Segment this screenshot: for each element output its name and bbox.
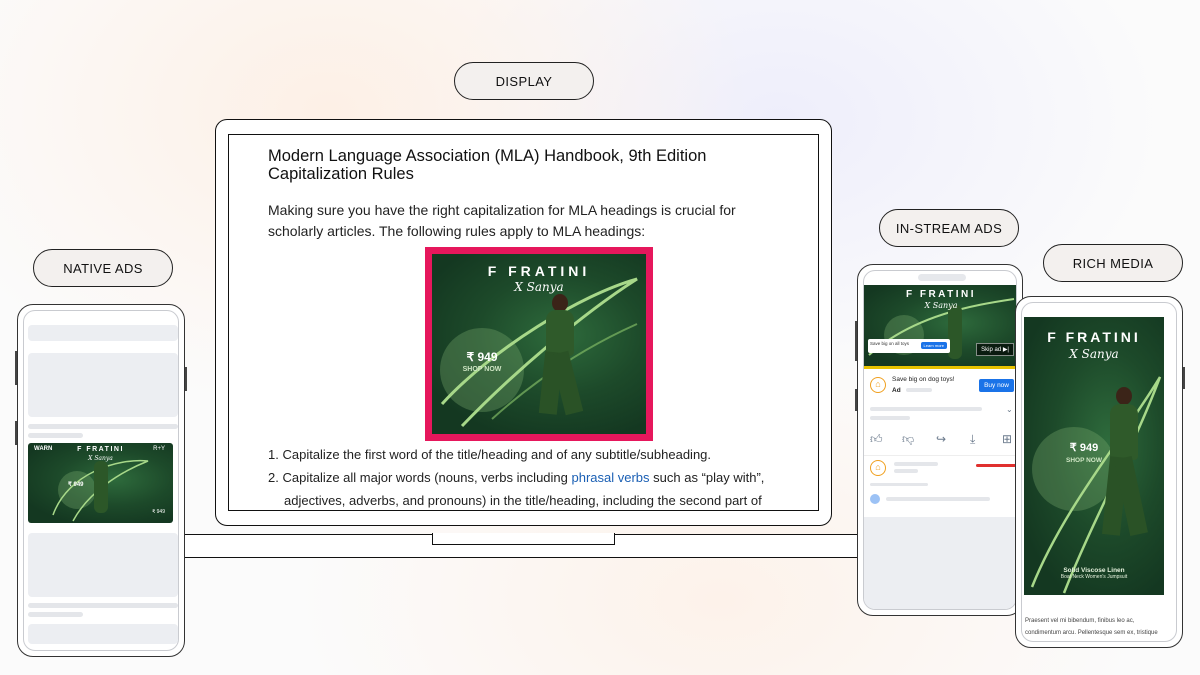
native-ads-phone: F FRATINI X Sanya WARN R+Y ₹ 949 ₹ 949: [15, 304, 187, 657]
thumbs-down-icon[interactable]: 👎︎: [902, 433, 914, 445]
banner-right-price: ₹ 949: [152, 509, 165, 515]
banner-left-price: ₹ 949: [68, 482, 84, 488]
phone-screen: F FRATINI X Sanya WARN R+Y ₹ 949 ₹ 949: [23, 310, 179, 651]
display-banner-ad[interactable]: F FRATINI X Sanya ₹ 949 SHOP NOW: [425, 247, 653, 441]
ad-title: Save big on dog toys!: [892, 376, 955, 383]
channel-icon: ⌂: [870, 460, 886, 476]
brand-logo: F FRATINI: [487, 263, 591, 279]
buy-now-button[interactable]: Buy now: [979, 379, 1014, 392]
rich-media-ad[interactable]: F FRATINI X Sanya ₹ 949 SHOP NOW Solid V…: [1024, 317, 1164, 595]
side-button: [855, 389, 857, 411]
brand-logo: F FRATINI: [905, 289, 977, 300]
brand-logo: F FRATINI: [1047, 329, 1141, 345]
article-intro: Making sure you have the right capitaliz…: [268, 202, 736, 239]
native-ads-label: NATIVE ADS: [33, 249, 173, 287]
ad-badge: Ad: [892, 387, 901, 394]
phone-screen: F FRATINI X Sanya Save big on all toys L…: [863, 270, 1017, 610]
collab-tagline: X Sanya: [924, 301, 958, 310]
side-button: [185, 367, 187, 391]
rich-media-phone: F FRATINI X Sanya ₹ 949 SHOP NOW Solid V…: [1015, 296, 1185, 648]
video-overlay[interactable]: Save big on all toys Learn more: [868, 339, 950, 353]
collab-tagline: X Sanya: [1069, 347, 1119, 361]
article-title: Modern Language Association (MLA) Handbo…: [268, 147, 707, 183]
skip-ad-button[interactable]: Skip ad ▶|: [976, 343, 1014, 356]
native-ad-banner[interactable]: F FRATINI X Sanya WARN R+Y ₹ 949 ₹ 949: [28, 443, 173, 523]
save-icon[interactable]: ⊞: [1002, 433, 1012, 445]
shop-now-cta[interactable]: SHOP NOW: [440, 366, 524, 373]
collab-tagline: X Sanya: [88, 455, 113, 462]
rule-item-1: 1. Capitalize the first word of the titl…: [268, 447, 712, 462]
collab-tagline: X Sanya: [514, 280, 564, 294]
side-button: [15, 421, 17, 445]
side-button: [15, 351, 17, 385]
in-stream-ads-label: IN-STREAM ADS: [879, 209, 1019, 247]
banner-right-text: R+Y: [153, 446, 165, 452]
channel-row: ⌂: [864, 455, 1016, 479]
share-icon[interactable]: ↪: [936, 433, 946, 445]
ad-info-row: ⌂ Save big on dog toys! Ad Buy now: [864, 371, 1016, 401]
learn-more-button[interactable]: Learn more: [920, 342, 947, 349]
rule-item-2: 2. Capitalize all major words (nouns, ve…: [268, 470, 765, 508]
phrasal-verbs-link[interactable]: phrasal verbs: [572, 470, 650, 485]
thumbs-up-icon[interactable]: 👍︎: [870, 433, 883, 445]
dog-toy-icon: ⌂: [870, 377, 886, 393]
side-button: [855, 321, 857, 361]
laptop-hinge: [432, 533, 615, 545]
ad-price: ₹ 949: [466, 350, 498, 364]
product-name: Solid Viscose Linen Boat Neck Women's Ju…: [1060, 567, 1128, 580]
model-figure: [532, 294, 592, 424]
notch: [918, 274, 966, 281]
rules-list: 1. Capitalize the first word of the titl…: [268, 444, 808, 510]
article-text: Praesent vel mi bibendum, finibus leo ac…: [1025, 618, 1158, 636]
subscribe-bar[interactable]: [976, 464, 1016, 467]
ad-creative: F FRATINI X Sanya ₹ 949 SHOP NOW: [432, 254, 646, 434]
side-button: [1183, 367, 1185, 389]
phone-screen: F FRATINI X Sanya ₹ 949 SHOP NOW Solid V…: [1021, 302, 1177, 642]
banner-left-text: WARN: [34, 446, 53, 452]
in-stream-phone: F FRATINI X Sanya Save big on all toys L…: [855, 264, 1023, 616]
model-figure: [1096, 387, 1152, 547]
comment-row: [870, 493, 1010, 505]
chevron-down-icon[interactable]: ⌄: [1006, 404, 1013, 416]
download-icon[interactable]: ⤓: [970, 433, 975, 445]
display-label: DISPLAY: [454, 62, 594, 100]
action-bar: 👍︎ 👎︎ ↪ ⤓ ⊞: [864, 429, 1016, 449]
avatar: [870, 494, 880, 504]
video-progress[interactable]: [864, 366, 1016, 369]
laptop-screen: Modern Language Association (MLA) Handbo…: [228, 134, 819, 511]
video-ad-player[interactable]: F FRATINI X Sanya Save big on all toys L…: [864, 285, 1016, 369]
rich-media-label: RICH MEDIA: [1043, 244, 1183, 282]
shop-now-cta[interactable]: SHOP NOW: [1054, 457, 1114, 464]
ad-price: ₹ 949: [1069, 442, 1099, 454]
